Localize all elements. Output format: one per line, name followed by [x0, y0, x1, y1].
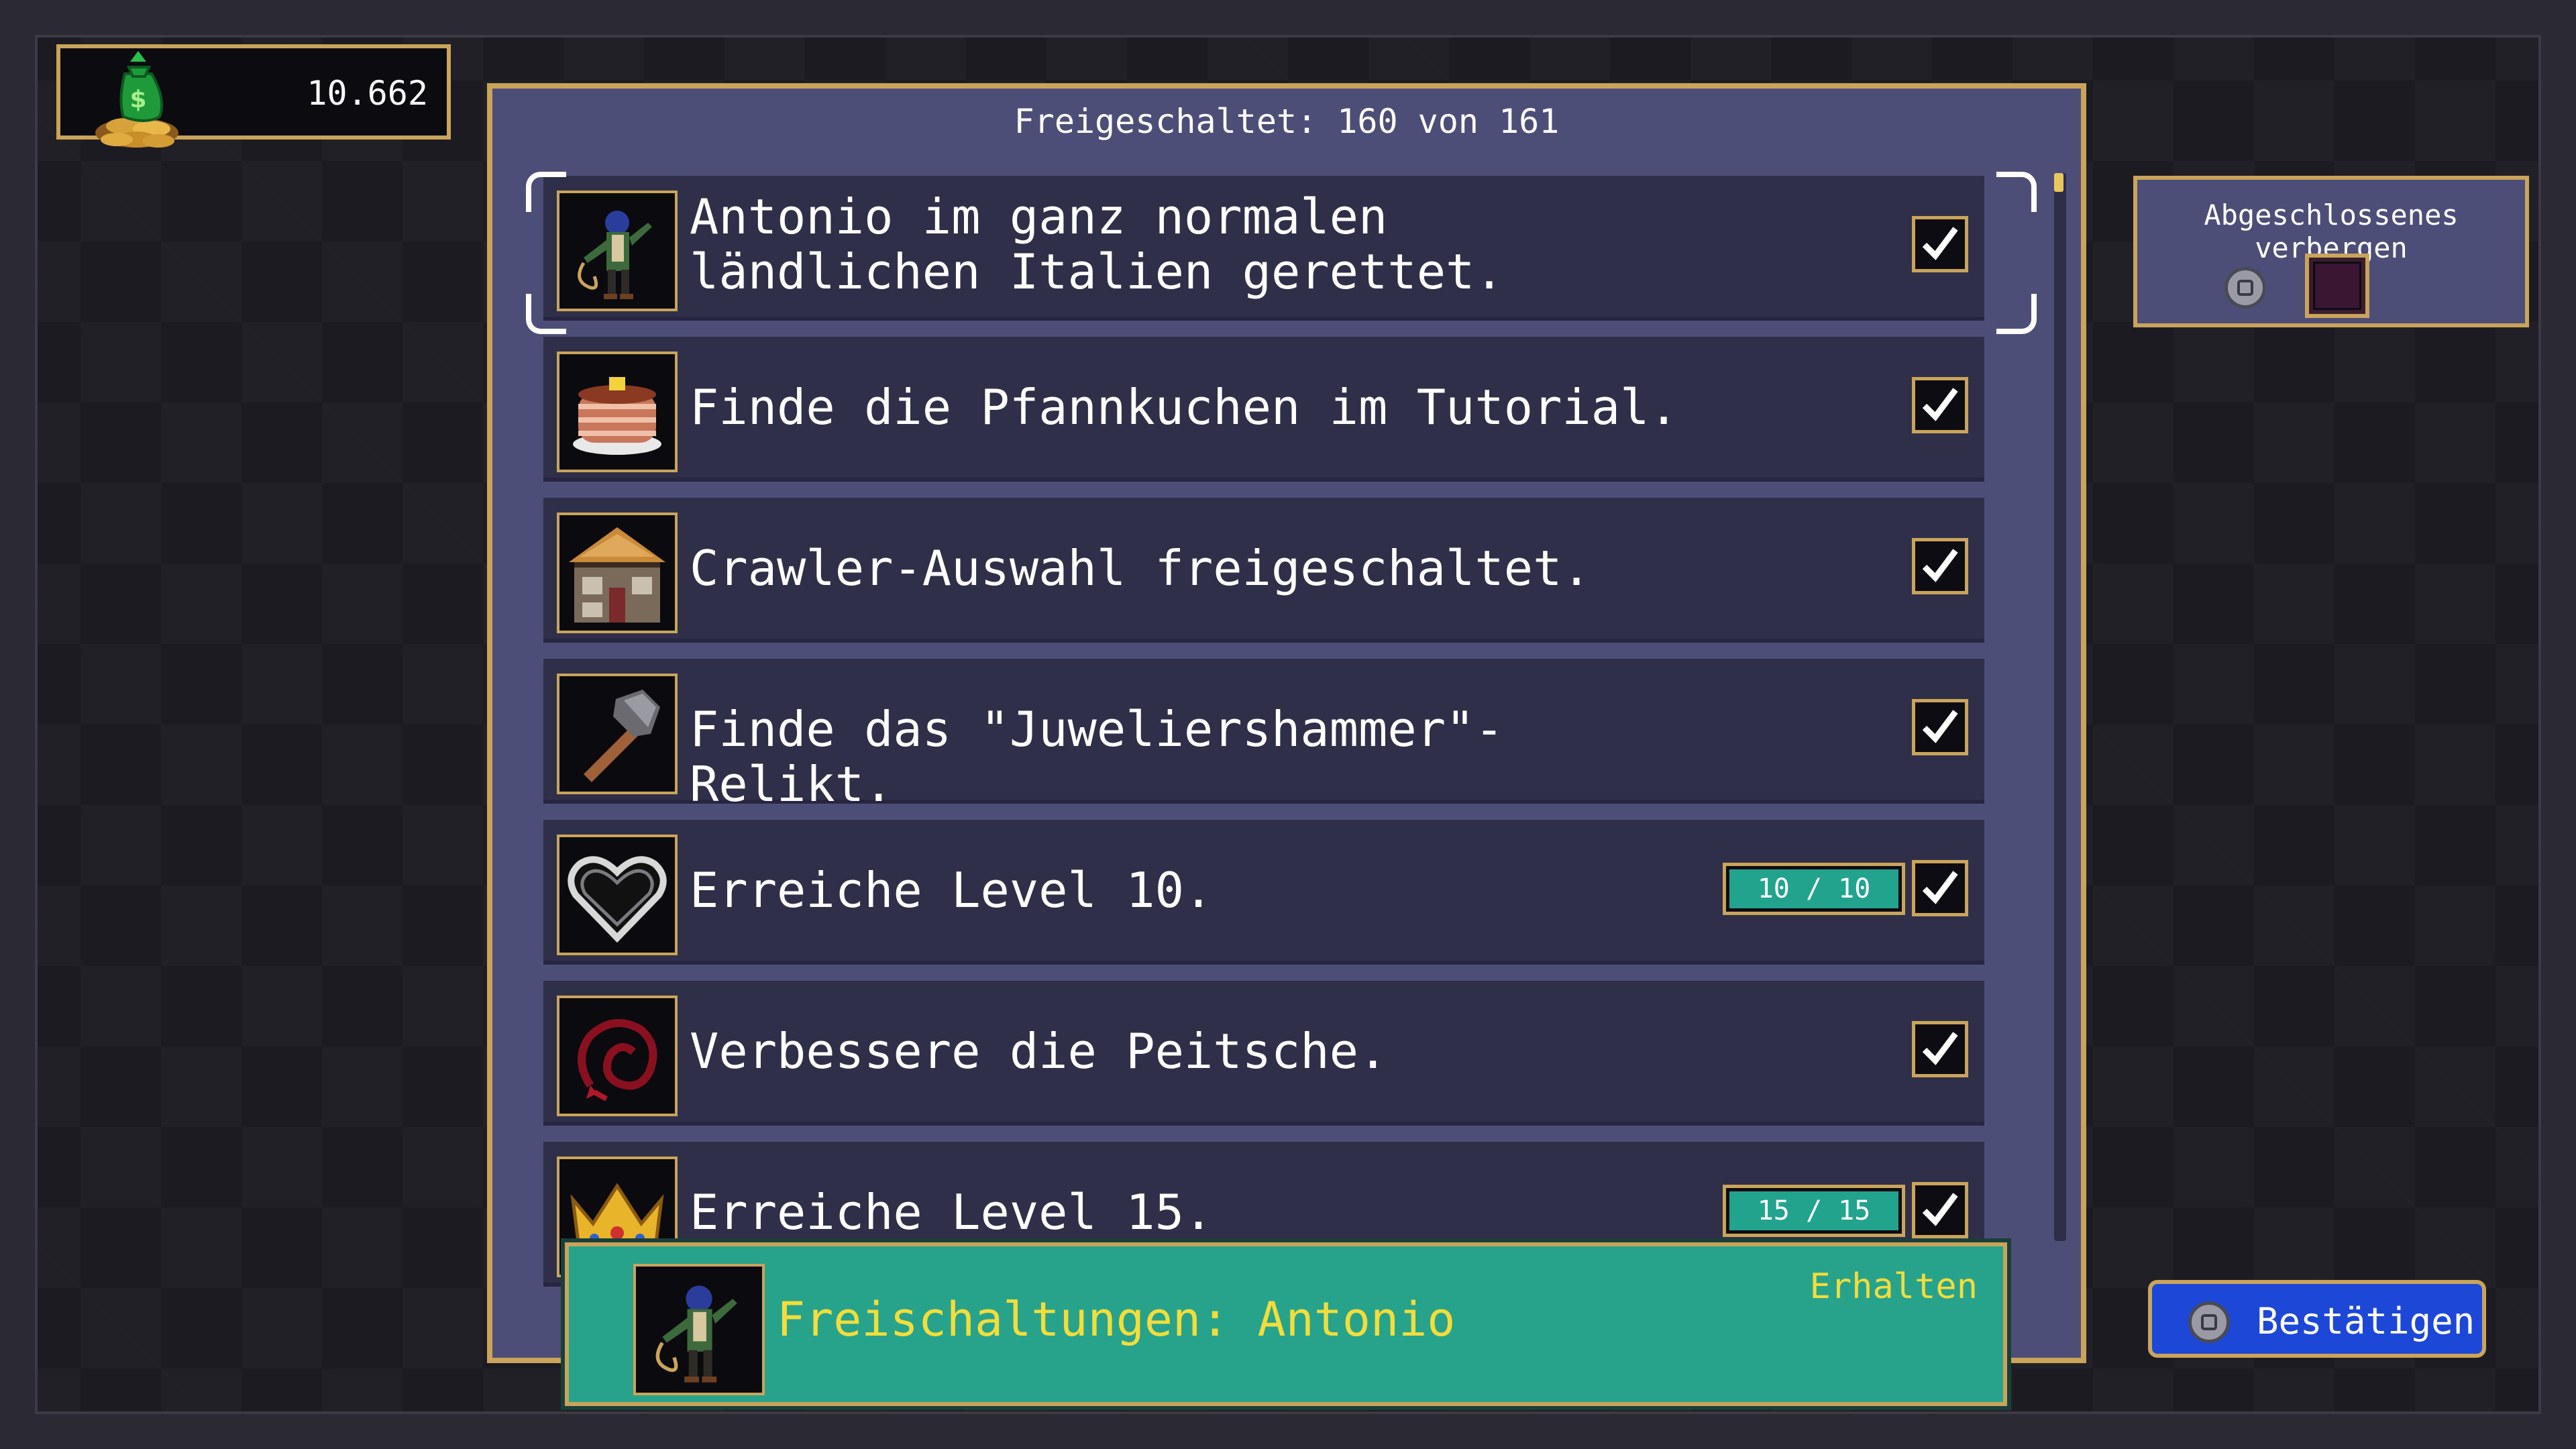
- achievement-row[interactable]: Finde das "Juweliershammer"-Relikt.: [543, 659, 1984, 812]
- button-square-glyph: [2201, 1314, 2217, 1330]
- hide-completed-checkbox[interactable]: [2305, 254, 2369, 318]
- achievements-panel: Freigeschaltet: 160 von 161 Antonio im g…: [487, 83, 2086, 1363]
- progress-label: 10 / 10: [1757, 873, 1871, 904]
- completed-checkbox: [1912, 1021, 1968, 1077]
- unlock-count-header: Freigeschaltet: 160 von 161: [1014, 102, 1560, 141]
- achievement-text: Finde die Pfannkuchen im Tutorial.: [690, 379, 1678, 435]
- completed-checkbox: [1912, 377, 1968, 433]
- achievement-row[interactable]: Crawler-Auswahl freigeschaltet.: [543, 498, 1984, 643]
- whip-icon: [557, 996, 678, 1116]
- level-progress-bar: 10 / 10: [1723, 863, 1905, 915]
- selection-corner-br: [1996, 294, 2037, 334]
- gold-counter: $ 10.662: [56, 44, 451, 148]
- achievement-list[interactable]: Antonio im ganz normalen ländlichen Ital…: [543, 176, 2011, 1322]
- achievement-text: Antonio im ganz normalen ländlichen Ital…: [690, 189, 1504, 300]
- svg-text:$: $: [129, 86, 146, 113]
- house-icon: [557, 513, 678, 633]
- achievement-row[interactable]: Verbessere die Peitsche.: [543, 981, 1984, 1126]
- progress-label: 15 / 15: [1757, 1195, 1871, 1226]
- reward-status: Erhalten: [1809, 1267, 1978, 1307]
- controller-button-icon: [2224, 267, 2266, 309]
- selection-corner-bl: [526, 294, 566, 334]
- completed-checkbox: [1912, 860, 1968, 916]
- button-square-glyph: [2237, 280, 2253, 296]
- achievement-row-selected[interactable]: Antonio im ganz normalen ländlichen Ital…: [543, 176, 1984, 321]
- confirm-label: Bestätigen: [2257, 1300, 2475, 1342]
- scrollbar-thumb[interactable]: [2054, 173, 2063, 192]
- gold-amount: 10.662: [307, 74, 428, 113]
- antonio-character-icon: [633, 1264, 765, 1395]
- completed-checkbox: [1912, 538, 1968, 594]
- achievement-row[interactable]: Erreiche Level 10. 10 / 10: [543, 820, 1984, 965]
- hide-completed-option[interactable]: Abgeschlossenes verbergen: [2133, 176, 2529, 327]
- heart-outline-icon: [557, 835, 678, 955]
- selection-corner-tl: [526, 172, 566, 212]
- achievement-text: Verbessere die Peitsche.: [690, 1023, 1388, 1079]
- confirm-button[interactable]: Bestätigen: [2148, 1280, 2486, 1358]
- reward-title: Freischaltungen: Antonio: [777, 1292, 1456, 1347]
- money-bag-icon: $: [85, 47, 212, 161]
- achievement-text: Finde das "Juweliershammer"-Relikt.: [690, 701, 1504, 812]
- pancakes-icon: [557, 352, 678, 472]
- completed-checkbox: [1912, 699, 1968, 755]
- list-scrollbar[interactable]: [2054, 173, 2066, 1241]
- hammer-icon: [557, 674, 678, 794]
- antonio-character-icon: [557, 191, 678, 311]
- level-progress-bar: 15 / 15: [1723, 1185, 1905, 1237]
- controller-button-icon: [2188, 1301, 2230, 1343]
- achievement-text: Erreiche Level 10.: [690, 862, 1214, 918]
- achievement-text: Erreiche Level 15.: [690, 1184, 1214, 1240]
- completed-checkbox: [1912, 1182, 1968, 1238]
- checkbox-fill: [2313, 262, 2361, 310]
- selection-corner-tr: [1996, 172, 2037, 212]
- completed-checkbox: [1912, 216, 1968, 272]
- reward-banner: Freischaltungen: Antonio Erhalten: [565, 1242, 2007, 1406]
- achievement-text: Crawler-Auswahl freigeschaltet.: [690, 540, 1591, 596]
- achievement-row[interactable]: Finde die Pfannkuchen im Tutorial.: [543, 337, 1984, 482]
